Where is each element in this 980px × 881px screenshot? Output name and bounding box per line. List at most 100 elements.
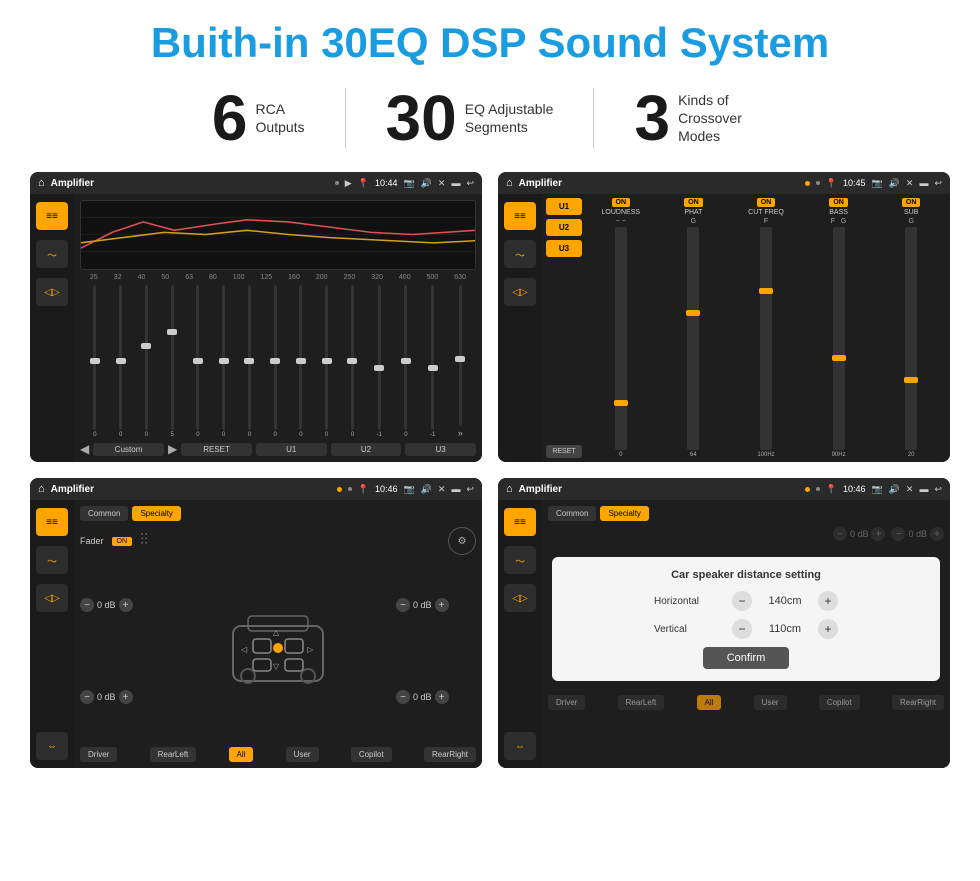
distance-sidebar-arr-btn[interactable]: ⇔	[504, 732, 536, 760]
eq-track-12[interactable]	[378, 285, 381, 430]
eq-u2-btn[interactable]: U2	[331, 443, 402, 456]
eq-back-icon: ↩	[466, 178, 474, 189]
eq-reset-btn[interactable]: RESET	[181, 443, 252, 456]
eq-track-1[interactable]	[93, 285, 96, 430]
horizontal-minus-btn[interactable]: −	[732, 591, 752, 611]
ch1-plus[interactable]: +	[119, 598, 133, 612]
eq-play-btn[interactable]: ▶	[168, 442, 177, 456]
distance-sidebar-wave-btn[interactable]: 〜	[504, 546, 536, 574]
dist-rearright-btn[interactable]: RearRight	[892, 695, 944, 710]
distance-volume-icon: 🔊	[889, 484, 900, 495]
dsp-sub-slider[interactable]	[905, 227, 917, 450]
dsp-time: 10:45	[843, 178, 866, 188]
dsp-u1-btn[interactable]: U1	[546, 198, 582, 215]
dsp-volume-icon: 🔊	[889, 178, 900, 189]
distance-camera-icon: 📷	[871, 484, 882, 495]
user-btn[interactable]: User	[286, 747, 319, 762]
eq-home-icon: ⌂	[38, 177, 45, 189]
eq-track-9[interactable]	[299, 285, 302, 430]
eq-sidebar-eq-btn[interactable]: ≡≡	[36, 202, 68, 230]
eq-bottom-bar: ◀ Custom ▶ RESET U1 U2 U3	[80, 442, 476, 456]
ch4-minus[interactable]: −	[396, 690, 410, 704]
dsp-phat-slider[interactable]	[687, 227, 699, 450]
dsp-u2-btn[interactable]: U2	[546, 219, 582, 236]
dsp-u3-btn[interactable]: U3	[546, 240, 582, 257]
crossover-sidebar-vol-btn[interactable]: ◁▷	[36, 584, 68, 612]
ch-control-3: − 0 dB +	[396, 598, 476, 612]
ch3-minus[interactable]: −	[396, 598, 410, 612]
crossover-sidebar-arr-btn[interactable]: ⇔	[36, 732, 68, 760]
dsp-cutfreq-on[interactable]: ON	[757, 198, 776, 207]
dist-rearleft-btn[interactable]: RearLeft	[618, 695, 665, 710]
eq-label-400: 400	[399, 274, 411, 281]
rearright-btn[interactable]: RearRight	[424, 747, 476, 762]
dist-all-btn[interactable]: All	[697, 695, 722, 710]
distance-sidebar-vol-btn[interactable]: ◁▷	[504, 584, 536, 612]
eq-track-13[interactable]	[404, 285, 407, 430]
dsp-sub-on[interactable]: ON	[902, 198, 921, 207]
eq-track-4[interactable]	[171, 285, 174, 430]
stat-crossover: 3 Kinds ofCrossover Modes	[594, 86, 808, 150]
dsp-reset-btn[interactable]: RESET	[546, 445, 582, 458]
dist-copilot-btn[interactable]: Copilot	[819, 695, 860, 710]
dist-tab-common[interactable]: Common	[548, 506, 596, 521]
crossover-sidebar-eq-btn[interactable]: ≡≡	[36, 508, 68, 536]
distance-dot2	[816, 487, 820, 491]
dsp-phat-on[interactable]: ON	[684, 198, 703, 207]
vertical-plus-btn[interactable]: +	[818, 619, 838, 639]
eq-track-8[interactable]	[274, 285, 277, 430]
distance-sidebar-eq-btn[interactable]: ≡≡	[504, 508, 536, 536]
copilot-btn[interactable]: Copilot	[351, 747, 392, 762]
car-diagram: ◁ ▷ △ ▽	[166, 559, 390, 743]
eq-track-11[interactable]	[351, 285, 354, 430]
dsp-loudness-slider[interactable]	[615, 227, 627, 450]
dsp-bass-slider[interactable]	[833, 227, 845, 450]
ch2-plus[interactable]: +	[119, 690, 133, 704]
eq-track-2[interactable]	[119, 285, 122, 430]
dsp-bass-on[interactable]: ON	[829, 198, 848, 207]
eq-prev-btn[interactable]: ◀	[80, 442, 89, 456]
dsp-sidebar-wave-btn[interactable]: 〜	[504, 240, 536, 268]
confirm-btn[interactable]: Confirm	[703, 647, 790, 669]
dist-bg-ch1-plus: +	[871, 527, 885, 541]
crossover-tab-specialty[interactable]: Specialty	[132, 506, 180, 521]
dsp-sidebar-eq-btn[interactable]: ≡≡	[504, 202, 536, 230]
dsp-sidebar-vol-btn[interactable]: ◁▷	[504, 278, 536, 306]
eq-val-9: 0	[299, 432, 302, 438]
ch2-minus[interactable]: −	[80, 690, 94, 704]
dist-user-btn[interactable]: User	[754, 695, 787, 710]
crossover-sidebar-wave-btn[interactable]: 〜	[36, 546, 68, 574]
driver-btn[interactable]: Driver	[80, 747, 117, 762]
eq-track-15[interactable]	[459, 285, 462, 426]
vertical-minus-btn[interactable]: −	[732, 619, 752, 639]
eq-u3-btn[interactable]: U3	[405, 443, 476, 456]
horizontal-plus-btn[interactable]: +	[818, 591, 838, 611]
dsp-cutfreq-slider[interactable]	[760, 227, 772, 450]
eq-track-14[interactable]	[431, 285, 434, 430]
all-btn[interactable]: All	[229, 747, 254, 762]
eq-track-6[interactable]	[222, 285, 225, 430]
eq-u1-btn[interactable]: U1	[256, 443, 327, 456]
eq-sidebar-wave-btn[interactable]: 〜	[36, 240, 68, 268]
eq-custom-btn[interactable]: Custom	[93, 443, 164, 456]
settings-icon[interactable]: ⚙	[448, 527, 476, 555]
eq-track-7[interactable]	[248, 285, 251, 430]
dsp-loudness-on[interactable]: ON	[612, 198, 631, 207]
eq-track-5[interactable]	[196, 285, 199, 430]
rearleft-btn[interactable]: RearLeft	[150, 747, 197, 762]
dist-tab-specialty[interactable]: Specialty	[600, 506, 648, 521]
eq-track-10[interactable]	[325, 285, 328, 430]
fader-on-btn[interactable]: ON	[112, 537, 133, 546]
stat-eq-number: 30	[386, 86, 457, 150]
crossover-tab-common[interactable]: Common	[80, 506, 128, 521]
crossover-header: Fader ON ⫶⫶ ⚙	[80, 527, 476, 555]
ch3-plus[interactable]: +	[435, 598, 449, 612]
ch4-value: 0 dB	[413, 692, 432, 702]
ch4-plus[interactable]: +	[435, 690, 449, 704]
dist-driver-btn[interactable]: Driver	[548, 695, 585, 710]
screens-grid: ⌂ Amplifier ▶ 📍 10:44 📷 🔊 ✕ ▬ ↩ ≡≡ 〜 ◁▷	[30, 172, 950, 768]
distance-home-icon: ⌂	[506, 483, 513, 495]
eq-track-3[interactable]	[145, 285, 148, 430]
eq-sidebar-vol-btn[interactable]: ◁▷	[36, 278, 68, 306]
ch1-minus[interactable]: −	[80, 598, 94, 612]
